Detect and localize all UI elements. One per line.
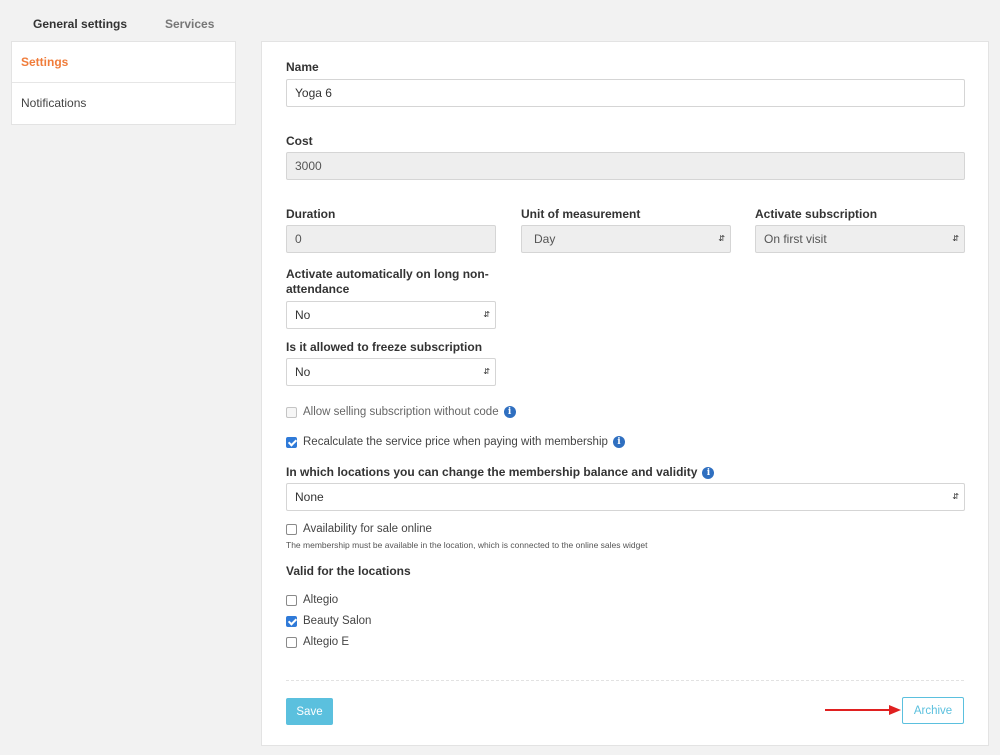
cost-input: 3000 — [286, 152, 965, 180]
name-input[interactable]: Yoga 6 — [286, 79, 965, 107]
recalculate-label: Recalculate the service price when payin… — [303, 436, 608, 448]
freeze-select-value: No — [295, 365, 311, 379]
online-label: Availability for sale online — [303, 523, 432, 535]
activate-select-value: On first visit — [764, 232, 827, 246]
tab-general-settings[interactable]: General settings — [33, 17, 127, 31]
allow-selling-checkbox — [286, 406, 297, 418]
location-label: Altegio — [303, 594, 339, 606]
divider — [286, 680, 964, 681]
location-checkbox-beauty-salon[interactable] — [286, 615, 297, 627]
allow-selling-row: Allow selling subscription without code … — [286, 405, 516, 419]
locations-balance-label-text: In which locations you can change the me… — [286, 465, 698, 479]
location-item: Altegio E — [286, 635, 349, 649]
auto-activate-select[interactable]: No ⇵ — [286, 301, 496, 329]
freeze-select[interactable]: No ⇵ — [286, 358, 496, 386]
info-icon[interactable]: i — [702, 466, 715, 479]
duration-input: 0 — [286, 225, 496, 253]
updown-arrow-icon: ⇵ — [952, 492, 959, 501]
allow-selling-label: Allow selling subscription without code — [303, 406, 499, 418]
updown-arrow-icon: ⇵ — [483, 310, 490, 319]
info-icon[interactable]: i — [612, 436, 625, 448]
online-checkbox[interactable] — [286, 523, 297, 535]
locations-balance-label: In which locations you can change the me… — [286, 465, 715, 480]
save-button[interactable]: Save — [286, 698, 333, 725]
online-hint: The membership must be available in the … — [286, 540, 648, 550]
name-label: Name — [286, 60, 319, 74]
unit-label: Unit of measurement — [521, 207, 641, 221]
recalculate-row: Recalculate the service price when payin… — [286, 435, 625, 449]
info-icon[interactable]: i — [503, 406, 516, 418]
settings-panel: Name Yoga 6 Cost 3000 Duration 0 Unit of… — [261, 41, 989, 746]
unit-select-value: Day — [534, 232, 556, 246]
top-tabs: General settings Services — [0, 0, 1000, 40]
auto-activate-select-value: No — [295, 308, 311, 322]
auto-activate-label-line1: Activate automatically on long non- — [286, 267, 489, 281]
archive-button[interactable]: Archive — [902, 697, 964, 724]
location-item: Altegio — [286, 593, 338, 607]
activate-select: On first visit ⇵ — [755, 225, 965, 253]
location-checkbox-altegio-e[interactable] — [286, 636, 297, 648]
sidebar: Settings Notifications — [11, 41, 236, 125]
online-row: Availability for sale online — [286, 522, 432, 536]
locations-balance-select-value: None — [295, 490, 324, 504]
auto-activate-label: Activate automatically on long non- atte… — [286, 267, 489, 297]
sidebar-item-notifications[interactable]: Notifications — [12, 83, 235, 124]
recalculate-checkbox[interactable] — [286, 436, 297, 448]
activate-label: Activate subscription — [755, 207, 878, 221]
location-checkbox-altegio[interactable] — [286, 594, 297, 606]
cost-label: Cost — [286, 134, 313, 148]
updown-arrow-icon: ⇵ — [718, 234, 725, 243]
locations-balance-select[interactable]: None ⇵ — [286, 483, 965, 511]
location-label: Altegio E — [303, 636, 350, 648]
location-label: Beauty Salon — [303, 615, 372, 627]
unit-select: Day ⇵ — [521, 225, 731, 253]
updown-arrow-icon: ⇵ — [483, 367, 490, 376]
freeze-label: Is it allowed to freeze subscription — [286, 340, 483, 354]
tab-services[interactable]: Services — [165, 17, 214, 31]
duration-label: Duration — [286, 207, 336, 221]
updown-arrow-icon: ⇵ — [952, 234, 959, 243]
location-item: Beauty Salon — [286, 614, 371, 628]
red-arrow-annotation — [825, 705, 901, 715]
valid-locations-label: Valid for the locations — [286, 564, 411, 578]
sidebar-item-settings[interactable]: Settings — [12, 42, 235, 83]
auto-activate-label-line2: attendance — [286, 282, 350, 296]
